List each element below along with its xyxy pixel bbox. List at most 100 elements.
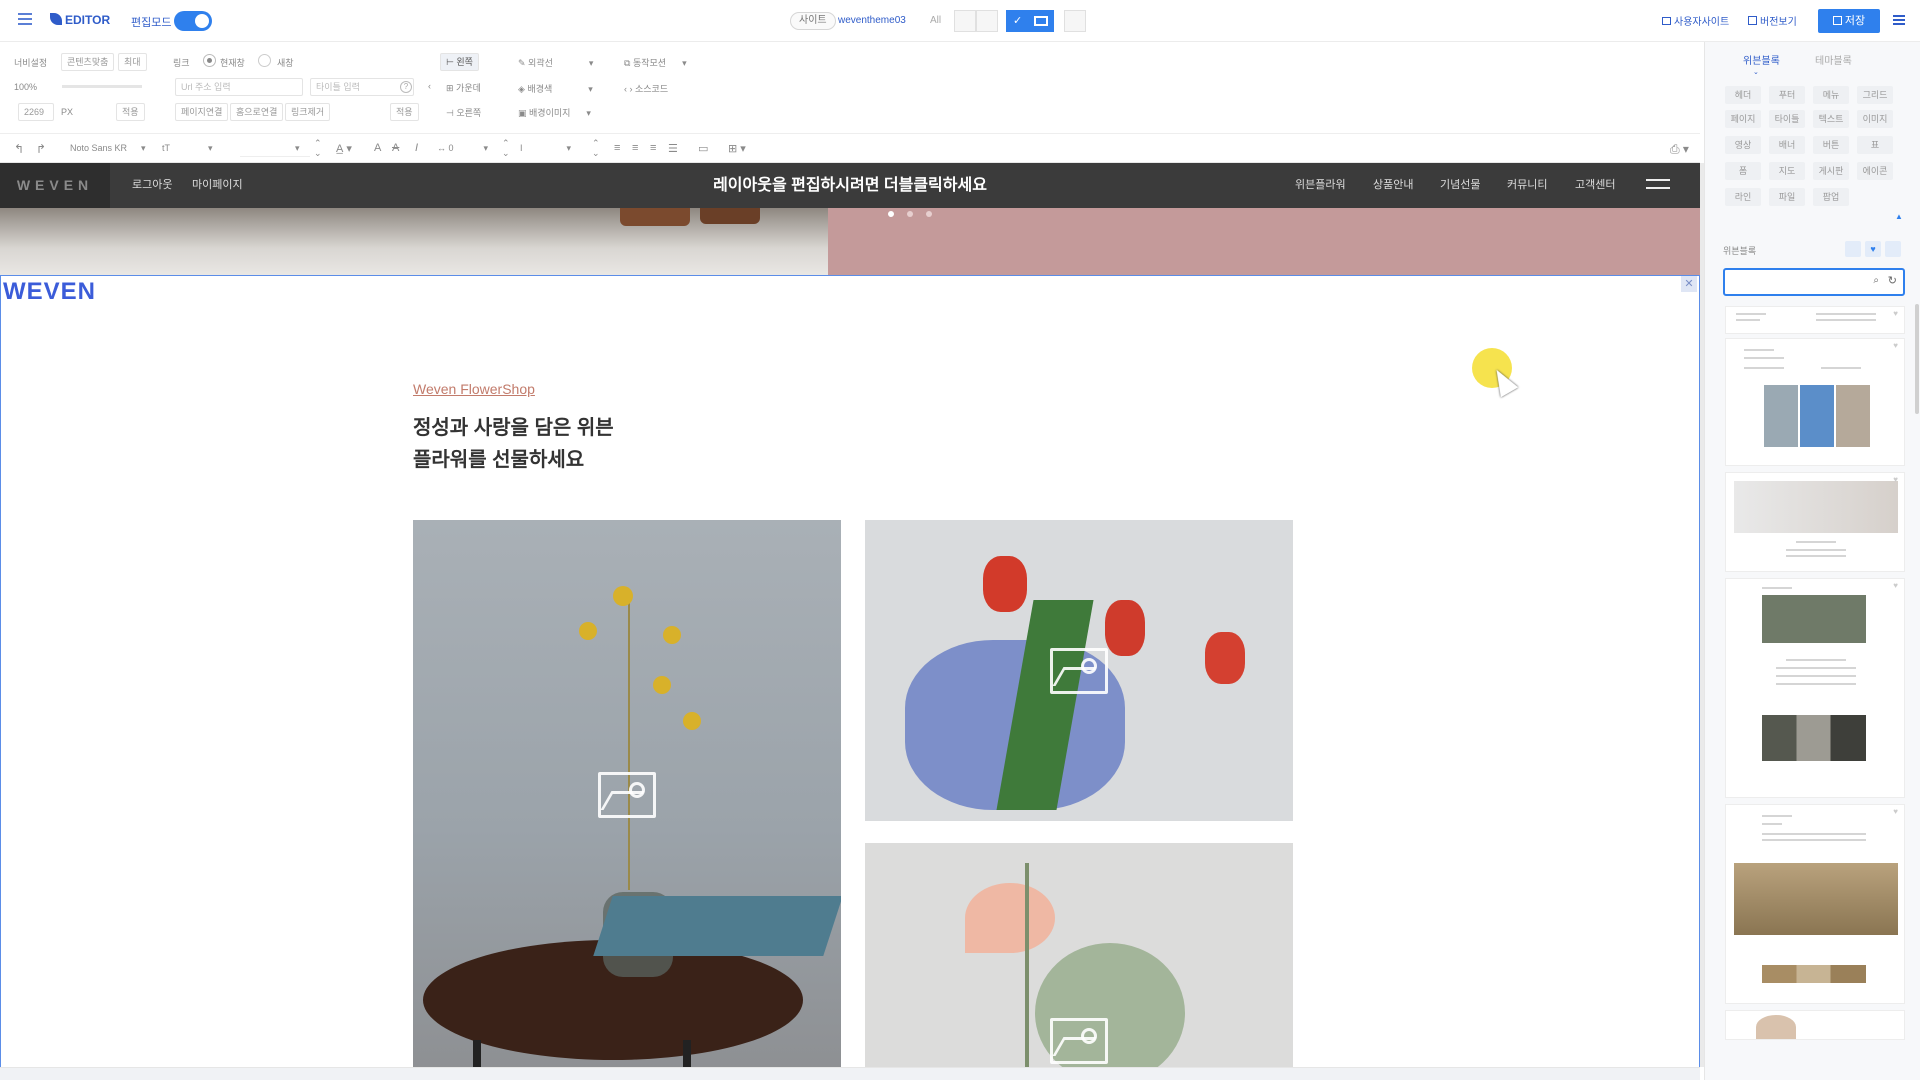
font-size-input[interactable]: ▾ xyxy=(240,143,310,157)
save-button[interactable]: 저장 xyxy=(1818,9,1880,33)
device-tablet[interactable] xyxy=(954,10,976,32)
category-footer[interactable]: 푸터 xyxy=(1769,86,1805,104)
device-check[interactable]: ✓ xyxy=(1006,10,1028,32)
all-label[interactable]: All xyxy=(930,15,941,26)
new-window-radio[interactable] xyxy=(258,54,271,67)
print-icon[interactable]: ⎙ ▾ xyxy=(1670,142,1689,157)
align-left-button[interactable]: ⊢ 왼쪽 xyxy=(440,53,479,71)
site-pill[interactable]: 사이트 xyxy=(790,12,836,30)
image-insert-icon[interactable]: ▭ xyxy=(698,142,708,155)
filter-icon-1[interactable] xyxy=(1845,241,1861,257)
hamburger-icon[interactable] xyxy=(18,13,32,25)
align-left-text-icon[interactable]: ≡ xyxy=(614,142,620,154)
site-navbar[interactable]: WEVEN 로그아웃 마이페이지 레이아웃을 편집하시려면 더블클릭하세요 위븐… xyxy=(0,163,1700,208)
bg-color-dropdown[interactable]: ◈ 배경색 ▾ xyxy=(518,82,593,95)
strikethrough-icon[interactable]: A xyxy=(392,142,399,154)
slider-dot[interactable] xyxy=(907,211,913,217)
category-popup[interactable]: 팝업 xyxy=(1813,188,1849,206)
nav-item-community[interactable]: 커뮤니티 xyxy=(1507,163,1547,208)
category-line[interactable]: 라인 xyxy=(1725,188,1761,206)
slider-dot-active[interactable] xyxy=(888,211,894,217)
content-fit-button[interactable]: 콘텐츠맞춤 xyxy=(61,53,115,71)
nav-item-support[interactable]: 고객센터 xyxy=(1575,163,1615,208)
stepper-icon[interactable]: ⌃ ⌄ xyxy=(502,138,510,158)
device-desktop[interactable] xyxy=(1028,10,1054,32)
redo-icon[interactable]: ↱ xyxy=(36,142,46,156)
nav-menu-icon[interactable] xyxy=(1646,179,1670,189)
block-thumbnail[interactable]: ♥ xyxy=(1725,472,1905,572)
align-center-text-icon[interactable]: ≡ xyxy=(632,142,638,154)
line-height-select[interactable]: I ▾ xyxy=(520,143,571,154)
close-icon[interactable]: ✕ xyxy=(1681,276,1697,292)
category-icon[interactable]: 에이콘 xyxy=(1857,162,1893,180)
category-video[interactable]: 영상 xyxy=(1725,136,1761,154)
current-window-radio[interactable] xyxy=(203,54,216,67)
px-input[interactable]: 2269 xyxy=(18,103,54,121)
link-apply-button[interactable]: 적용 xyxy=(390,103,419,121)
heart-icon[interactable]: ♥ xyxy=(1893,807,1898,816)
heart-icon[interactable]: ♥ xyxy=(1893,581,1898,590)
bg-image-dropdown[interactable]: ▣ 배경이미지 ▾ xyxy=(518,106,591,119)
align-center-button[interactable]: ⊞ 가운데 xyxy=(446,81,481,94)
version-view-link[interactable]: 버전보기 xyxy=(1748,13,1797,28)
block-thumbnail[interactable]: ♥ xyxy=(1725,578,1905,798)
edit-mode-toggle[interactable] xyxy=(174,11,212,31)
title-input[interactable]: 타이틀 입력 xyxy=(310,78,414,96)
block-thumbnail[interactable]: ♥ xyxy=(1725,338,1905,466)
category-text[interactable]: 텍스트 xyxy=(1813,110,1849,128)
photo-tulips[interactable] xyxy=(865,520,1293,821)
font-style-select[interactable]: tT ▾ xyxy=(162,143,213,154)
device-expand[interactable] xyxy=(1064,10,1086,32)
home-link-button[interactable]: 홈으로연결 xyxy=(230,103,284,121)
slider-dot[interactable] xyxy=(926,211,932,217)
editor-canvas[interactable]: WEVEN 로그아웃 마이페이지 레이아웃을 편집하시려면 더블클릭하세요 위븐… xyxy=(0,163,1700,1067)
category-form[interactable]: 폼 xyxy=(1725,162,1761,180)
category-table[interactable]: 표 xyxy=(1857,136,1893,154)
text-color-icon[interactable]: A̲ ▾ xyxy=(336,142,352,155)
chevron-left-icon[interactable]: ‹ xyxy=(428,81,431,91)
source-code-button[interactable]: ‹ › 소스코드 xyxy=(624,82,668,95)
align-right-button[interactable]: ⊣ 오른쪽 xyxy=(446,106,481,119)
motion-dropdown[interactable]: ⧉ 동작모션 ▾ xyxy=(624,56,687,69)
eyebrow-text[interactable]: Weven FlowerShop xyxy=(413,381,535,397)
category-grid[interactable]: 그리드 xyxy=(1857,86,1893,104)
tab-weven-blocks[interactable]: 위븐블록 xyxy=(1743,52,1780,67)
category-page[interactable]: 페이지 xyxy=(1725,110,1761,128)
italic-icon[interactable]: I xyxy=(415,142,418,154)
heart-icon[interactable]: ♥ xyxy=(1893,309,1898,318)
category-menu[interactable]: 메뉴 xyxy=(1813,86,1849,104)
category-file[interactable]: 파일 xyxy=(1769,188,1805,206)
block-search-input[interactable]: ⌕ ↻ xyxy=(1723,268,1905,296)
category-title[interactable]: 타이틀 xyxy=(1769,110,1805,128)
menu-list-icon[interactable] xyxy=(1893,15,1905,25)
refresh-icon[interactable]: ↻ xyxy=(1888,274,1897,287)
category-board[interactable]: 게시판 xyxy=(1813,162,1849,180)
heart-icon[interactable]: ♥ xyxy=(1893,341,1898,350)
font-family-select[interactable]: Noto Sans KR ▾ xyxy=(70,143,146,154)
apply-button[interactable]: 적용 xyxy=(116,103,145,121)
section-headline[interactable]: 정성과 사랑을 담은 위븐 플라워를 선물하세요 xyxy=(413,412,614,476)
heart-icon[interactable]: ♥ xyxy=(1893,475,1898,484)
category-image[interactable]: 이미지 xyxy=(1857,110,1893,128)
stepper-icon[interactable]: ⌃ ⌄ xyxy=(314,138,322,158)
outline-dropdown[interactable]: ✎ 외곽선 ▾ xyxy=(518,56,593,69)
device-mobile[interactable] xyxy=(976,10,998,32)
table-icon[interactable]: ⊞ ▾ xyxy=(728,142,746,155)
user-site-link[interactable]: 사용자사이트 xyxy=(1662,13,1729,28)
selected-block[interactable]: WEVEN ✕ Weven FlowerShop 정성과 사랑을 담은 위븐 플… xyxy=(0,275,1700,1067)
link-remove-button[interactable]: 링크제거 xyxy=(285,103,331,121)
collapse-arrow-icon[interactable]: ▲ xyxy=(1895,212,1903,221)
site-name[interactable]: weventheme03 xyxy=(838,15,906,26)
tab-theme-blocks[interactable]: 테마블록 xyxy=(1815,52,1852,67)
width-slider[interactable] xyxy=(62,85,142,88)
block-thumbnail[interactable]: ♥ xyxy=(1725,804,1905,1004)
filter-icon-3[interactable] xyxy=(1885,241,1901,257)
panel-scrollbar[interactable] xyxy=(1915,304,1919,414)
block-thumbnail[interactable]: ♥ xyxy=(1725,306,1905,334)
highlight-icon[interactable]: A xyxy=(374,142,381,154)
photo-anthurium[interactable] xyxy=(865,843,1293,1067)
category-header[interactable]: 헤더 xyxy=(1725,86,1761,104)
align-right-text-icon[interactable]: ≡ xyxy=(650,142,656,154)
photo-vase[interactable] xyxy=(413,520,841,1067)
max-button[interactable]: 최대 xyxy=(118,53,147,71)
